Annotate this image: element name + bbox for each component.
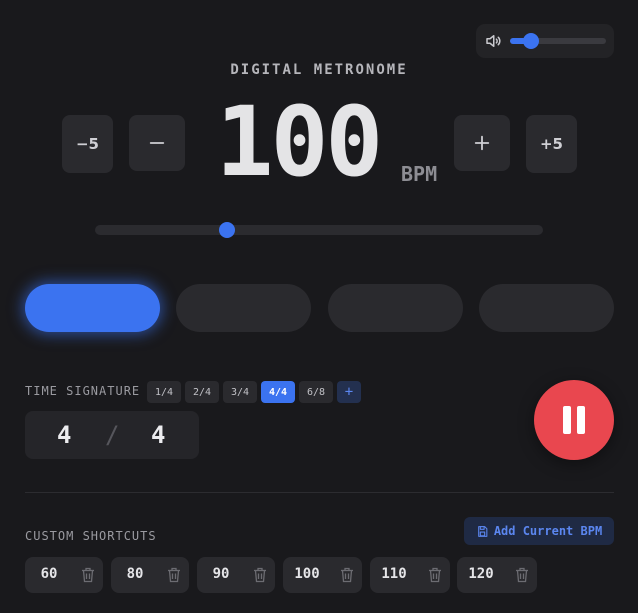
tempo-slider[interactable] (95, 222, 543, 238)
beat-indicator-1 (25, 284, 160, 332)
time-signature-label: TIME SIGNATURE (25, 384, 141, 398)
shortcut-button[interactable]: 90 (197, 557, 275, 593)
beat-indicator-4 (479, 284, 614, 332)
trash-icon[interactable] (81, 567, 95, 583)
volume-control (476, 24, 614, 58)
trash-icon[interactable] (253, 567, 267, 583)
trash-icon[interactable] (428, 567, 442, 583)
shortcut-value: 90 (212, 566, 230, 582)
beat-indicator-3 (328, 284, 463, 332)
ts-option-4-4[interactable]: 4/4 (261, 381, 295, 403)
shortcut-button[interactable]: 80 (111, 557, 189, 593)
custom-shortcuts-label: CUSTOM SHORTCUTS (25, 529, 157, 543)
ts-option-3-4[interactable]: 3/4 (223, 381, 257, 403)
add-time-signature-button[interactable]: + (337, 381, 361, 403)
shortcut-button[interactable]: 120 (457, 557, 537, 593)
add-current-bpm-label: Add Current BPM (493, 524, 603, 538)
ts-numerator[interactable]: 4 (57, 421, 71, 449)
app-title: DIGITAL METRONOME (230, 62, 408, 78)
shortcut-button[interactable]: 110 (370, 557, 450, 593)
save-icon (477, 525, 488, 537)
decrease-5-button[interactable]: −5 (62, 115, 113, 173)
ts-option-1-4[interactable]: 1/4 (147, 381, 181, 403)
plus-icon (474, 135, 490, 151)
pause-icon (563, 406, 571, 434)
add-current-bpm-button[interactable]: Add Current BPM (464, 517, 614, 545)
shortcut-value: 80 (126, 566, 144, 582)
volume-thumb[interactable] (523, 33, 539, 49)
time-signature-display: 4 / 4 (25, 411, 199, 459)
ts-denominator[interactable]: 4 (151, 421, 165, 449)
decrease-1-button[interactable] (129, 115, 185, 171)
bpm-value: 100 (215, 86, 383, 198)
shortcut-value: 60 (40, 566, 58, 582)
increase-1-button[interactable] (454, 115, 510, 171)
trash-icon[interactable] (515, 567, 529, 583)
shortcut-button[interactable]: 60 (25, 557, 103, 593)
bpm-unit: BPM (401, 162, 438, 186)
ts-option-6-8[interactable]: 6/8 (299, 381, 333, 403)
shortcut-value: 120 (468, 566, 494, 582)
minus-icon (149, 142, 165, 144)
shortcut-value: 100 (294, 566, 320, 582)
beat-indicator-2 (176, 284, 311, 332)
pause-button[interactable] (534, 380, 614, 460)
trash-icon[interactable] (340, 567, 354, 583)
volume-slider[interactable] (510, 33, 606, 49)
volume-icon[interactable] (484, 32, 502, 50)
shortcut-button[interactable]: 100 (283, 557, 362, 593)
increase-5-button[interactable]: +5 (526, 115, 577, 173)
pause-icon-bar (577, 406, 585, 434)
ts-option-2-4[interactable]: 2/4 (185, 381, 219, 403)
shortcut-value: 110 (381, 566, 407, 582)
tempo-thumb[interactable] (219, 222, 235, 238)
divider (25, 492, 614, 493)
ts-slash: / (105, 421, 120, 449)
trash-icon[interactable] (167, 567, 181, 583)
